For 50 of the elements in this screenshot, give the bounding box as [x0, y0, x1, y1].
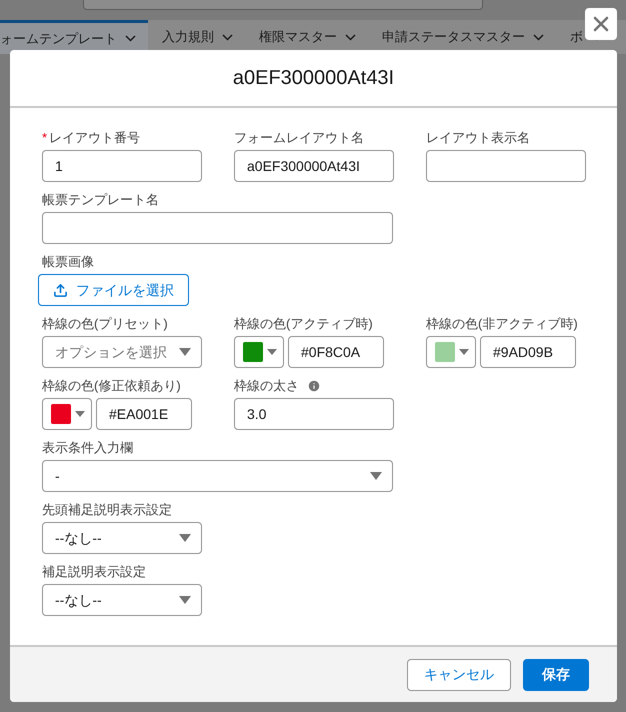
- info-icon[interactable]: [307, 379, 321, 393]
- field-label: 表示条件入力欄: [42, 439, 133, 458]
- dropdown-caret-icon: [179, 534, 191, 542]
- close-button[interactable]: [585, 8, 617, 40]
- field-label: 枠線の太さ: [234, 377, 299, 396]
- chevron-down-icon: [222, 34, 233, 40]
- required-asterisk: *: [42, 129, 48, 148]
- dropdown-caret-icon: [179, 596, 191, 604]
- navigation-tab[interactable]: 申請ステータスマスター: [368, 20, 556, 54]
- navigation-tab[interactable]: 権限マスター: [245, 20, 368, 54]
- select-field[interactable]: --なし--: [42, 522, 202, 554]
- color-picker-button[interactable]: [42, 398, 92, 430]
- field-label: 帳票画像: [42, 253, 94, 272]
- field-label: 枠線の色(非アクティブ時): [426, 315, 578, 334]
- text-field[interactable]: [426, 150, 586, 182]
- field-label: フォームレイアウト名: [234, 129, 364, 148]
- text-field[interactable]: 3.0: [234, 398, 394, 430]
- upload-icon: [53, 282, 68, 298]
- chevron-down-icon: [125, 35, 136, 42]
- save-button[interactable]: 保存: [523, 658, 589, 690]
- dropdown-caret-icon: [370, 472, 382, 480]
- color-picker-button[interactable]: [426, 336, 476, 368]
- text-field[interactable]: 1: [42, 150, 202, 182]
- field-label: 枠線の色(アクティブ時): [234, 315, 373, 334]
- dropdown-caret-icon: [75, 411, 85, 417]
- field-label: 帳票テンプレート名: [42, 191, 159, 210]
- color-hex-field[interactable]: #9AD09B: [480, 336, 576, 368]
- file-select-button[interactable]: ファイルを選択: [38, 274, 189, 306]
- field-label: レイアウト表示名: [426, 129, 530, 148]
- color-picker-button[interactable]: [234, 336, 284, 368]
- field-label: 枠線の色(修正依頼あり): [42, 377, 181, 396]
- dropdown-caret-icon: [267, 349, 277, 355]
- dropdown-caret-icon: [179, 348, 191, 356]
- color-hex-field[interactable]: #EA001E: [96, 398, 192, 430]
- text-field[interactable]: [42, 212, 393, 244]
- field-label: 補足説明表示設定: [42, 563, 146, 582]
- select-field[interactable]: -: [42, 460, 393, 492]
- chevron-down-icon: [533, 34, 544, 40]
- select-field[interactable]: --なし--: [42, 584, 202, 616]
- dropdown-caret-icon: [459, 349, 469, 355]
- modal-title: a0EF300000At43I: [232, 66, 394, 91]
- field-label: 枠線の色(プリセット): [42, 315, 168, 334]
- navigation-tab[interactable]: 入力規則: [148, 20, 245, 54]
- text-field[interactable]: a0EF300000At43I: [234, 150, 394, 182]
- select-field[interactable]: オプションを選択: [42, 336, 202, 368]
- field-label: レイアウト番号: [49, 129, 140, 148]
- chevron-down-icon: [345, 34, 356, 40]
- field-label: 先頭補足説明表示設定: [42, 501, 172, 520]
- cancel-button[interactable]: キャンセル: [407, 658, 511, 690]
- color-hex-field[interactable]: #0F8C0A: [288, 336, 384, 368]
